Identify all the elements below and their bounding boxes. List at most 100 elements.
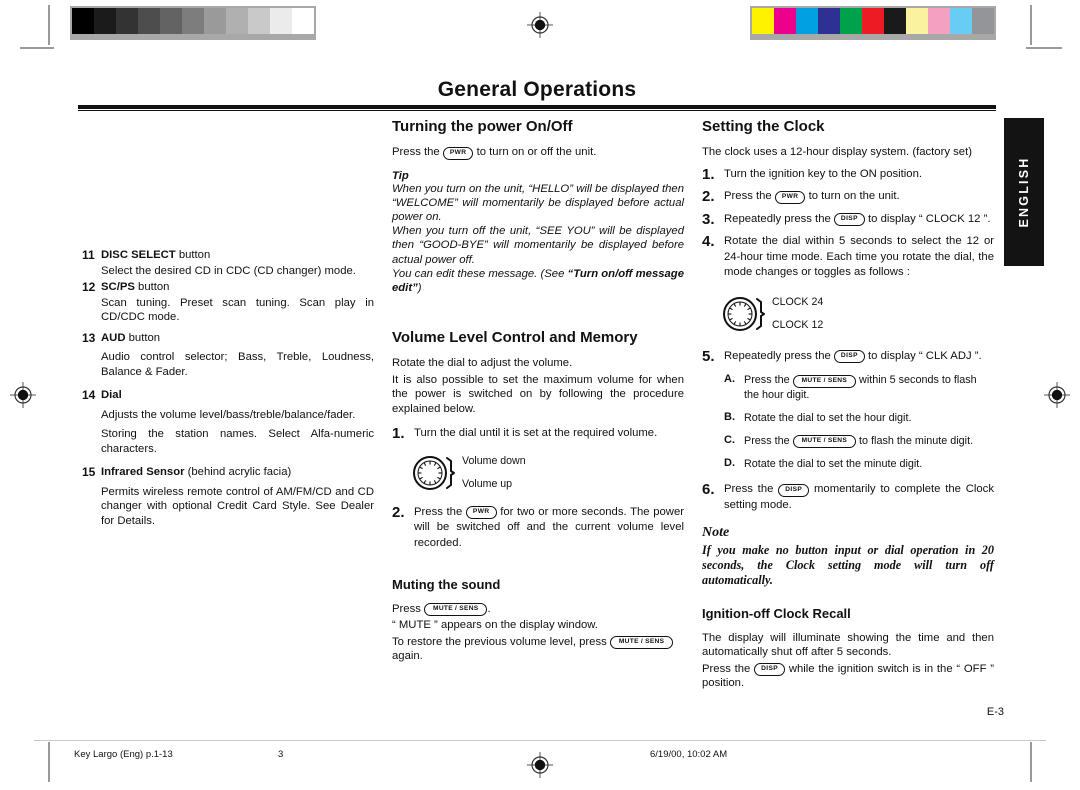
ignition-line-1: The display will illuminate showing the … bbox=[702, 631, 994, 659]
clock-toggle-label-24: CLOCK 24 bbox=[772, 295, 824, 308]
color-swatch-0 bbox=[752, 8, 774, 34]
clock-toggle-label-12: CLOCK 12 bbox=[772, 318, 824, 331]
muting-line-2: “ MUTE ” appears on the display window. bbox=[392, 619, 598, 632]
step-text: Press the PWR for two or more seconds. T… bbox=[414, 505, 684, 552]
language-tab-label: ENGLISH bbox=[1017, 156, 1031, 228]
step-text: Repeatedly press the DISP to display “ C… bbox=[724, 212, 994, 228]
item-title: DISC SELECT button bbox=[101, 248, 210, 263]
mute-sens-key-icon[interactable]: MUTE / SENS bbox=[792, 374, 857, 388]
color-swatch-3 bbox=[818, 8, 840, 34]
step-number: 4. bbox=[702, 233, 715, 250]
crop-mark-top-left-horizontal bbox=[20, 47, 54, 49]
crop-mark-bottom-left-vertical bbox=[48, 742, 50, 782]
footer-page-number: 3 bbox=[278, 749, 284, 760]
item-title: AUD button bbox=[101, 331, 160, 346]
footer-timestamp: 6/19/00, 10:02 AM bbox=[650, 749, 728, 760]
item-description: Adjusts the volume level/bass/treble/bal… bbox=[101, 408, 356, 421]
item-suffix: button bbox=[125, 331, 161, 344]
step2-before: Press the bbox=[414, 505, 463, 518]
tip-line-2: When you turn off the unit, “SEE YOU” wi… bbox=[392, 225, 684, 266]
language-tab: ENGLISH bbox=[1004, 118, 1044, 266]
list-item: 12 SC/PS button bbox=[82, 280, 374, 295]
step-text: Press the DISP momentarily to complete t… bbox=[724, 482, 994, 513]
gray-swatch-4 bbox=[160, 8, 182, 34]
muting-line3-after: again. bbox=[392, 650, 423, 663]
disp-key-icon[interactable]: DISP bbox=[833, 213, 865, 226]
title-rule-thin bbox=[78, 110, 996, 111]
volume-step-1: 1. Turn the dial until it is set at the … bbox=[392, 426, 684, 442]
step-number: 1. bbox=[702, 165, 715, 183]
page-title: General Operations bbox=[437, 78, 637, 101]
step-before: Repeatedly press the bbox=[724, 212, 831, 225]
muting-line3-before: To restore the previous volume level, pr… bbox=[392, 635, 607, 648]
item-title: Dial bbox=[101, 388, 122, 403]
tip-edit-before: You can edit these message. (See bbox=[392, 267, 568, 280]
step-text: Rotate the dial within 5 seconds to sele… bbox=[724, 235, 994, 278]
gray-swatch-7 bbox=[226, 8, 248, 34]
clock-substep-d: D. Rotate the dial to set the minute dig… bbox=[724, 457, 994, 471]
pwr-key-icon[interactable]: PWR bbox=[465, 506, 497, 520]
item-description: Select the desired CD in CDC (CD changer… bbox=[101, 264, 356, 277]
volume-intro-2: It is also possible to set the maximum v… bbox=[392, 373, 684, 415]
clock-substep-c: C. Press the MUTE / SENS to flash the mi… bbox=[724, 434, 994, 448]
clock-step-3: 3. Repeatedly press the DISP to display … bbox=[702, 212, 994, 228]
disp-key-icon[interactable]: DISP bbox=[833, 350, 865, 363]
gray-swatch-3 bbox=[138, 8, 160, 34]
step6-before: Press the bbox=[724, 483, 774, 495]
color-swatch-1 bbox=[774, 8, 796, 34]
gray-swatch-10 bbox=[292, 8, 314, 34]
right-column: Setting the Clock The clock uses a 12-ho… bbox=[702, 118, 994, 693]
item-name: SC/PS bbox=[101, 281, 135, 293]
tip-heading: Tip bbox=[392, 169, 409, 182]
mute-sens-key-icon[interactable]: MUTE / SENS bbox=[792, 435, 857, 448]
title-rule bbox=[78, 105, 996, 109]
gray-swatch-2 bbox=[116, 8, 138, 34]
section-heading-clock: Setting the Clock bbox=[702, 118, 825, 135]
volume-step-2: 2. Press the PWR for two or more seconds… bbox=[392, 505, 684, 552]
clock-substep-a: A. Press the MUTE / SENS within 5 second… bbox=[724, 373, 994, 402]
item-description: Storing the station names. Select Alfa-n… bbox=[101, 428, 374, 455]
note-text: If you make no button input or dial oper… bbox=[702, 543, 994, 587]
disp-key-icon[interactable]: DISP bbox=[778, 483, 810, 497]
section-heading-muting: Muting the sound bbox=[392, 577, 501, 593]
mute-sens-key-icon[interactable]: MUTE / SENS bbox=[609, 636, 674, 650]
muting-line1-after: . bbox=[487, 602, 491, 615]
crop-mark-top-right-horizontal bbox=[1026, 47, 1062, 49]
step-text: Turn the dial until it is set at the req… bbox=[414, 427, 658, 440]
disp-key-icon[interactable]: DISP bbox=[754, 663, 786, 677]
clock-substep-b: B. Rotate the dial to set the hour digit… bbox=[724, 411, 994, 425]
color-swatch-9 bbox=[950, 8, 972, 34]
section-heading-volume: Volume Level Control and Memory bbox=[392, 329, 638, 347]
gray-swatch-8 bbox=[248, 8, 270, 34]
step-number: 5. bbox=[702, 347, 715, 365]
item-description: Scan tuning. Preset scan tuning. Scan pl… bbox=[101, 296, 374, 324]
muting-line-3: To restore the previous volume level, pr… bbox=[392, 635, 684, 664]
item-number: 13 bbox=[82, 330, 96, 345]
item-name: AUD bbox=[101, 331, 126, 344]
pwr-key-icon[interactable]: PWR bbox=[774, 190, 806, 204]
step-number: 3. bbox=[702, 210, 715, 228]
rotary-dial-icon bbox=[413, 455, 455, 490]
gray-swatch-5 bbox=[182, 8, 204, 34]
footer-divider bbox=[34, 740, 1046, 741]
dial-labels: Volume down Volume up bbox=[462, 450, 526, 496]
color-swatch-2 bbox=[796, 8, 818, 34]
substep-label: A. bbox=[724, 373, 735, 385]
item-number: 14 bbox=[82, 388, 96, 402]
left-column: 11 DISC SELECT button Select the desired… bbox=[82, 248, 374, 528]
power-intro-after: to turn on or off the unit. bbox=[476, 146, 597, 158]
middle-column: Turning the power On/Off Press the PWR t… bbox=[392, 118, 684, 666]
color-calibration-bar bbox=[750, 6, 996, 40]
color-swatch-5 bbox=[862, 8, 884, 34]
dial-illustration-row: Volume down Volume up bbox=[406, 450, 684, 496]
item-name: Dial bbox=[101, 389, 122, 401]
tip-edit-after: ) bbox=[417, 281, 422, 294]
color-swatch-10 bbox=[972, 8, 994, 34]
color-swatch-6 bbox=[884, 8, 906, 34]
item-title: SC/PS button bbox=[101, 280, 169, 295]
mute-sens-key-icon[interactable]: MUTE / SENS bbox=[424, 603, 488, 617]
list-item: 11 DISC SELECT button bbox=[82, 248, 374, 263]
step-before: Press the bbox=[724, 190, 772, 202]
pwr-key-icon[interactable]: PWR bbox=[442, 146, 474, 160]
list-item: 13 AUD button bbox=[82, 331, 374, 346]
